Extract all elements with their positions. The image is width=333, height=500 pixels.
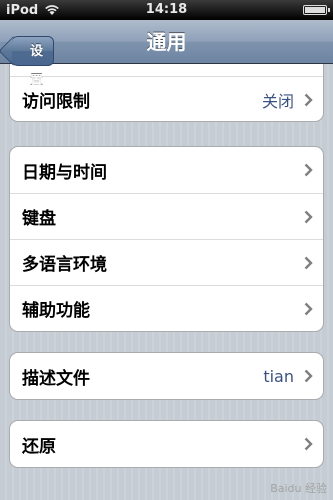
row-label: 辅助功能	[22, 301, 90, 321]
battery-fill	[305, 7, 325, 13]
row-profile[interactable]: 描述文件 tian	[10, 353, 323, 399]
chevron-right-icon	[304, 163, 313, 177]
row-international[interactable]: 多语言环境	[10, 239, 323, 285]
row-restrictions[interactable]: 访问限制 关闭	[10, 76, 323, 122]
row-label: 多语言环境	[22, 255, 107, 275]
row-label: 日期与时间	[22, 162, 107, 183]
back-button[interactable]: 设置	[12, 36, 55, 89]
row-date-time[interactable]: 日期与时间	[10, 147, 323, 193]
navigation-bar: 通用 设置	[0, 20, 333, 89]
chevron-right-icon	[304, 302, 313, 315]
settings-group-reset: 还原	[9, 420, 324, 468]
row-value: tian	[263, 366, 294, 386]
settings-group-general: 日期与时间 键盘 多语言环境 辅助功能	[9, 146, 324, 332]
carrier-label: iPod	[6, 2, 39, 18]
settings-group-profiles: 描述文件 tian	[9, 352, 324, 400]
wifi-icon	[45, 5, 60, 15]
watermark: Baidu 经验	[270, 482, 327, 495]
row-value: 关闭	[261, 91, 294, 111]
row-keyboard[interactable]: 键盘	[10, 193, 323, 239]
battery-icon	[303, 5, 330, 15]
row-accessibility[interactable]: 辅助功能	[10, 285, 323, 331]
row-label: 还原	[22, 436, 56, 457]
row-label: 键盘	[22, 209, 56, 229]
settings-group-restrictions: 访问限制 关闭	[9, 64, 324, 122]
chevron-right-icon	[304, 210, 313, 223]
status-bar: iPod 14:18	[0, 0, 333, 20]
row-reset[interactable]: 还原	[10, 421, 323, 467]
chevron-right-icon	[304, 256, 313, 269]
row-label: 描述文件	[22, 368, 90, 389]
row-label: 访问限制	[22, 92, 90, 112]
chevron-right-icon	[304, 93, 313, 106]
chevron-right-icon	[304, 369, 313, 383]
chevron-right-icon	[304, 437, 313, 451]
